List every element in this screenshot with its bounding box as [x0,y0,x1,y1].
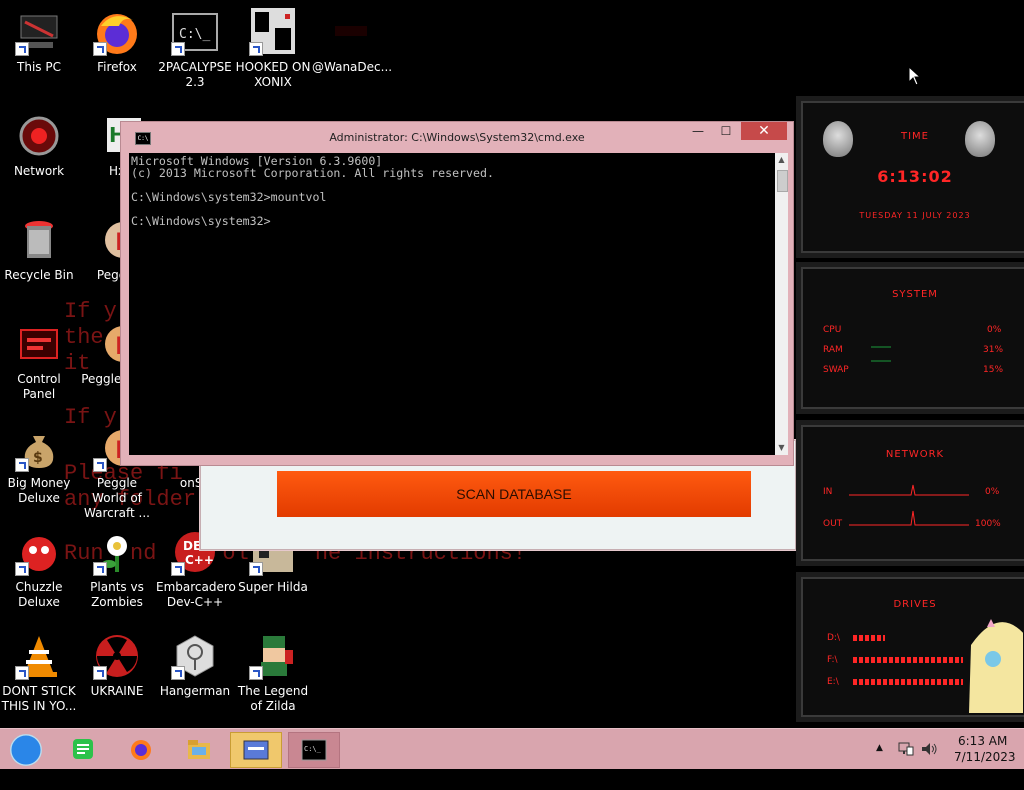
close-button[interactable]: ✕ [741,122,787,140]
console-line-2: (c) 2013 Microsoft Corporation. All righ… [131,166,494,180]
volume-icon[interactable] [920,741,938,757]
svg-text:C:\_: C:\_ [179,27,210,42]
terminal-icon: C:\_ [171,8,219,56]
drive-d-bar [853,635,885,641]
desktop-icon-2pacalypse[interactable]: C:\_ 2PACALYPSE 2.3 [156,8,234,90]
start-orb-icon [10,734,42,766]
desktop-icon-legend-of-zilda[interactable]: The Legend of Zilda [234,632,312,714]
network-gadget-title: NETWORK [885,449,945,460]
zilda-icon [249,632,297,680]
maximize-button[interactable]: ☐ [713,124,739,138]
drives-gadget[interactable]: DRIVES D:\ F:\ E:\ [796,572,1024,722]
flower-icon [93,528,141,576]
cpu-value: 0% [987,325,1002,335]
mouse-cursor-icon [908,66,922,86]
taskbar-clock-date[interactable]: 7/11/2023 [954,750,1016,790]
recycle-bin-icon [15,216,63,264]
cmd-console[interactable]: Microsoft Windows [Version 6.3.9600] (c)… [129,153,775,455]
taskbar-notes-app[interactable] [58,732,108,766]
network-graph [849,484,969,526]
control-panel-icon [15,320,63,368]
scan-database-button[interactable]: SCAN DATABASE [277,471,751,517]
desktop-icon-big-money[interactable]: $ Big Money Deluxe [0,424,78,506]
drive-f-label: F:\ [827,655,838,665]
svg-text:$: $ [33,450,43,466]
taskbar-decryptor-app[interactable] [230,732,282,768]
firefox-icon [131,740,151,760]
firefox-icon [93,8,141,56]
cmd-scrollbar[interactable]: ▲ ▼ [775,153,788,455]
desktop-icon-plants-vs-zombies[interactable]: Plants vs Zombies [78,528,156,610]
desktop-icon-this-pc[interactable]: This PC [0,8,78,75]
net-in-value: 0% [985,487,1000,497]
taskbar-cmd[interactable]: C:\_ [288,732,340,768]
time-gadget-title: TIME [900,131,929,142]
desktop-icon-ukraine[interactable]: UKRAINE [78,632,156,699]
app-window-icon [243,740,269,760]
drive-f-bar [853,657,963,663]
chuzzle-icon [15,528,63,576]
swap-value: 15% [983,365,1004,375]
desktop-icon-chuzzle[interactable]: Chuzzle Deluxe [0,528,78,610]
money-bag-icon: $ [15,424,63,472]
taskbar: C:\_ ▲ 6:13 AM 7/11/2023 [0,728,1024,769]
desktop-icon-control-panel[interactable]: Control Panel [0,320,78,402]
console-line-6: C:\Windows\system32> [131,214,271,228]
network-icon [15,112,63,160]
terminal-icon: C:\_ [301,739,327,761]
tray-overflow-arrow[interactable]: ▲ [876,743,883,783]
start-button[interactable] [2,732,52,766]
system-gadget-title: SYSTEM [892,289,938,300]
taskbar-firefox[interactable] [116,732,166,766]
svg-text:C++: C++ [185,553,214,567]
cmd-window[interactable]: C:\ Administrator: C:\Windows\System32\c… [120,121,794,466]
computer-icon [15,8,63,56]
desktop-icon-wanadecryptor[interactable]: @WanaDec... [312,8,392,75]
scroll-thumb[interactable] [777,170,788,192]
net-out-label: OUT [823,519,843,529]
system-graph [871,346,891,362]
folder-icon [188,740,210,759]
radiation-icon [93,632,141,680]
desktop-icon-dont-stick[interactable]: DONT STICK THIS IN YO... [0,632,78,714]
console-line-4: C:\Windows\system32>mountvol [131,190,327,204]
date-display: TUESDAY 11 JULY 2023 [859,211,971,220]
scroll-up-arrow-icon[interactable]: ▲ [775,153,788,167]
clock-display: 6:13:02 [877,167,953,186]
time-gadget[interactable]: TIME 6:13:02 TUESDAY 11 JULY 2023 [796,96,1024,258]
vlc-cone-icon [15,632,63,680]
network-gadget[interactable]: NETWORK IN 0% OUT 100% [796,420,1024,566]
desktop-icon-hangerman[interactable]: Hangerman [156,632,234,699]
desktop-icon-hooked-on-xonix[interactable]: HOOKED ON XONIX [234,8,312,90]
desktop-icon-network[interactable]: Network [0,112,78,179]
cartoon-character-icon [969,619,1023,713]
ram-label: RAM [823,345,843,355]
net-in-label: IN [823,487,833,497]
cpu-label: CPU [823,325,842,335]
ram-value: 31% [983,345,1004,355]
notes-icon [73,739,93,759]
desktop-icon-firefox[interactable]: Firefox [78,8,156,75]
scroll-down-arrow-icon[interactable]: ▼ [775,441,788,455]
xonix-game-icon [249,8,297,56]
drive-e-bar [853,679,963,685]
drive-e-label: E:\ [827,677,839,687]
network-tray-icon[interactable] [898,742,914,756]
taskbar-file-explorer[interactable] [174,732,224,766]
svg-text:C:\_: C:\_ [304,745,322,753]
cmd-title-bar[interactable]: C:\ Administrator: C:\Windows\System32\c… [121,122,793,152]
drive-d-label: D:\ [827,633,840,643]
system-gadget[interactable]: SYSTEM CPU 0% RAM 31% SWAP 15% [796,262,1024,414]
wanadecryptor-icon [327,8,375,56]
swap-label: SWAP [823,365,849,375]
hangerman-icon [171,632,219,680]
minimize-button[interactable]: — [685,124,711,138]
net-out-value: 100% [975,519,1001,529]
desktop-icon-recycle-bin[interactable]: Recycle Bin [0,216,78,283]
